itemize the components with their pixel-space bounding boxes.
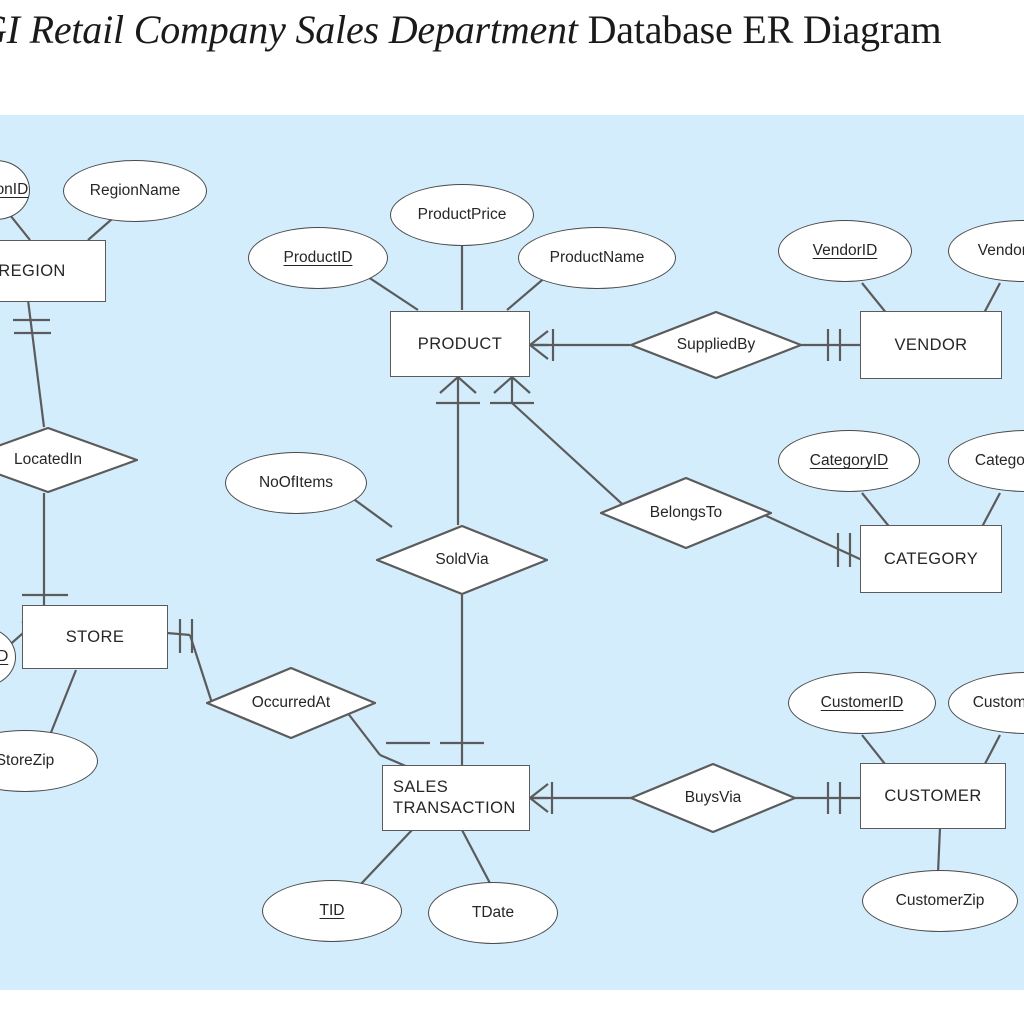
attribute-productprice[interactable]: ProductPrice <box>390 184 534 246</box>
edge-crow-product-b2-a <box>493 376 513 394</box>
attribute-productid[interactable]: ProductID <box>248 227 388 289</box>
diagram-canvas: RegionID RegionName ProductID ProductPri… <box>0 115 1024 990</box>
relationship-buysvia[interactable]: BuysVia <box>630 763 796 833</box>
edge-product-productid <box>367 276 419 311</box>
attribute-regionname-label: RegionName <box>89 182 181 200</box>
attribute-customerzip-label: CustomerZip <box>895 892 985 910</box>
attribute-noofitems[interactable]: NoOfItems <box>225 452 367 514</box>
attribute-productname[interactable]: ProductName <box>518 227 676 289</box>
attribute-categoryid[interactable]: CategoryID <box>778 430 920 492</box>
attribute-vendorname-label: VendorName <box>977 242 1024 260</box>
attribute-customerzip[interactable]: CustomerZip <box>862 870 1018 932</box>
relationship-belongsto-label: BelongsTo <box>649 504 723 521</box>
relationship-occurredat-label: OccurredAt <box>251 694 331 711</box>
edge-crow-product-sup-b <box>529 344 549 360</box>
entity-vendor[interactable]: VENDOR <box>860 311 1002 379</box>
entity-customer-label: CUSTOMER <box>884 786 982 805</box>
attribute-regionid-label: RegionID <box>0 181 29 199</box>
edge-sales-tdate <box>461 829 493 888</box>
attribute-categoryname-label: CategoryName <box>974 452 1024 470</box>
attribute-regionname[interactable]: RegionName <box>63 160 207 222</box>
relationship-soldvia-label: SoldVia <box>435 551 489 568</box>
relationship-locatedin-label: LocatedIn <box>13 451 83 468</box>
attribute-categoryid-label: CategoryID <box>809 452 889 470</box>
attribute-productname-label: ProductName <box>549 249 645 267</box>
edge-crow-sales-buys-a <box>529 783 549 799</box>
edge-belongsto-category <box>759 512 863 561</box>
page-title-roman-part: Database ER Diagram <box>587 7 942 52</box>
relationship-buysvia-label: BuysVia <box>684 789 742 806</box>
relationship-occurredat[interactable]: OccurredAt <box>206 667 376 739</box>
relationship-locatedin[interactable]: LocatedIn <box>0 427 138 493</box>
attribute-vendorid[interactable]: VendorID <box>778 220 912 282</box>
attribute-tdate-label: TDate <box>471 904 515 922</box>
edge-crow-product-b1-b <box>457 376 477 394</box>
edge-store-occurredat-a <box>166 631 191 637</box>
edge-customer-customerzip <box>936 827 942 874</box>
edge-crow-product-b2-b <box>511 376 531 394</box>
edge-crow-product-b1-a <box>439 376 459 394</box>
diagram-title-bar: GI Retail Company Sales Department Datab… <box>0 0 1024 115</box>
relationship-suppliedby[interactable]: SuppliedBy <box>630 311 802 379</box>
edge-crow-product-sup-a <box>529 330 549 346</box>
attribute-tid[interactable]: TID <box>262 880 402 942</box>
relationship-belongsto[interactable]: BelongsTo <box>600 477 772 549</box>
attribute-vendorid-label: VendorID <box>812 242 878 260</box>
entity-region[interactable]: REGION <box>0 240 106 302</box>
edge-region-regionid <box>9 214 31 241</box>
attribute-customerid-label: CustomerID <box>820 694 904 712</box>
entity-customer[interactable]: CUSTOMER <box>860 763 1006 829</box>
attribute-productprice-label: ProductPrice <box>417 206 507 224</box>
relationship-soldvia[interactable]: SoldVia <box>376 525 548 595</box>
attribute-noofitems-label: NoOfItems <box>258 474 334 492</box>
entity-store-label: STORE <box>65 627 125 646</box>
entity-category-label: CATEGORY <box>883 549 979 568</box>
attribute-tid-label: TID <box>319 902 345 920</box>
page-title: GI Retail Company Sales Department Datab… <box>0 6 942 53</box>
attribute-storeid-label: StoreID <box>0 648 9 666</box>
page-title-italic-part: GI Retail Company Sales Department <box>0 7 588 52</box>
entity-vendor-label: VENDOR <box>894 335 968 354</box>
entity-product-label: PRODUCT <box>417 334 503 353</box>
entity-sales-transaction[interactable]: SALES TRANSACTION <box>382 765 530 831</box>
attribute-productid-label: ProductID <box>283 249 353 267</box>
entity-product[interactable]: PRODUCT <box>390 311 530 377</box>
relationship-suppliedby-label: SuppliedBy <box>676 336 756 353</box>
attribute-customername-label: CustomerName <box>972 694 1024 712</box>
entity-store[interactable]: STORE <box>22 605 168 669</box>
edge-sales-tid <box>359 829 413 886</box>
entity-sales-transaction-label: SALES TRANSACTION <box>393 778 516 817</box>
attribute-storezip-label: StoreZip <box>0 752 55 770</box>
er-diagram-page: GI Retail Company Sales Department Datab… <box>0 0 1024 1024</box>
attribute-tdate[interactable]: TDate <box>428 882 558 944</box>
entity-region-label: REGION <box>0 261 66 280</box>
edge-crow-sales-buys-b <box>529 797 549 813</box>
entity-category[interactable]: CATEGORY <box>860 525 1002 593</box>
attribute-customerid[interactable]: CustomerID <box>788 672 936 734</box>
